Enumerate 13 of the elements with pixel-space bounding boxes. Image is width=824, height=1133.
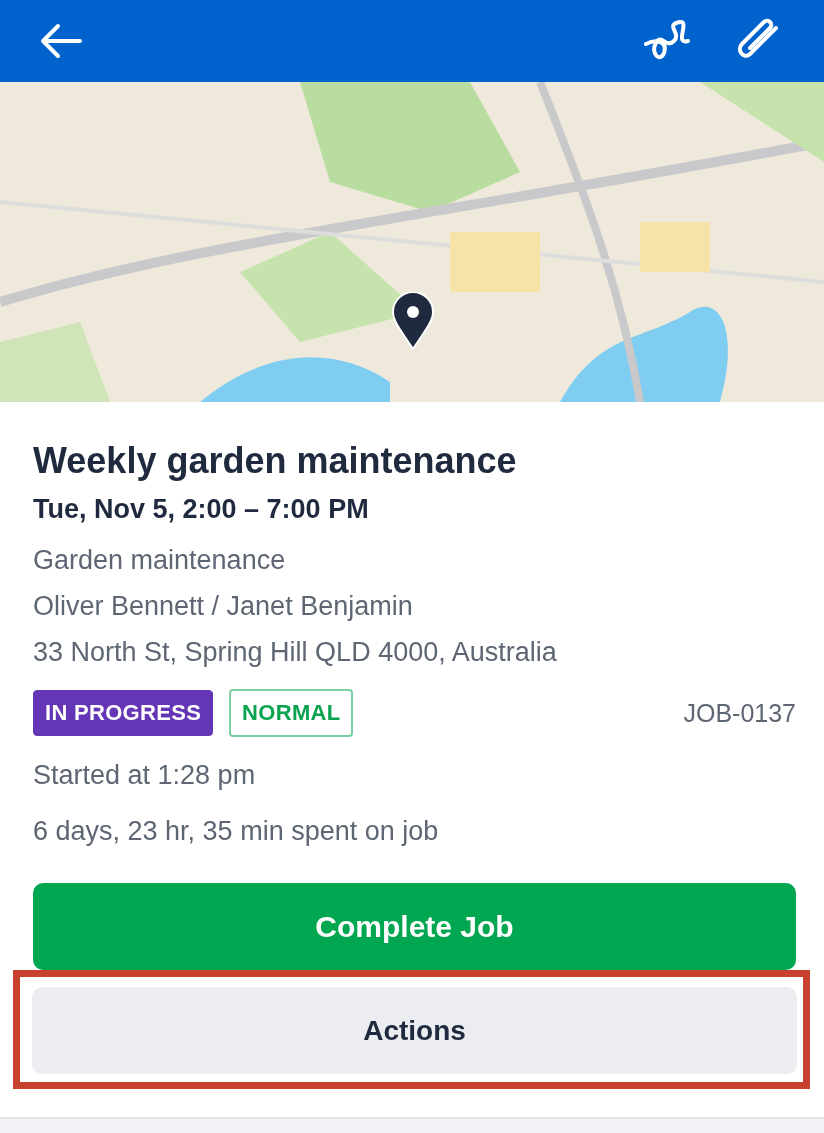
start-time: Started at 1:28 pm (33, 759, 257, 792)
job-title: Weekly garden maintenance (33, 440, 518, 482)
job-number: JOB-0137 (683, 698, 796, 728)
job-detail: 33 North St, Spring Hill QLD 4000, Australia (33, 636, 558, 669)
status-tag: IN PROGRESS (33, 690, 214, 736)
map-pin-icon (392, 292, 434, 350)
job-detail: Garden maintenance (33, 544, 287, 577)
job-detail: Oliver Bennett / Janet Benjamin (33, 590, 414, 623)
status-tag: NORMAL (229, 689, 354, 737)
actions-button[interactable]: Actions (32, 987, 797, 1074)
time-spent: 6 days, 23 hr, 35 min spent on job (33, 815, 440, 848)
back-arrow-icon[interactable] (40, 23, 82, 59)
job-schedule: Tue, Nov 5, 2:00 – 7:00 PM (33, 494, 370, 525)
